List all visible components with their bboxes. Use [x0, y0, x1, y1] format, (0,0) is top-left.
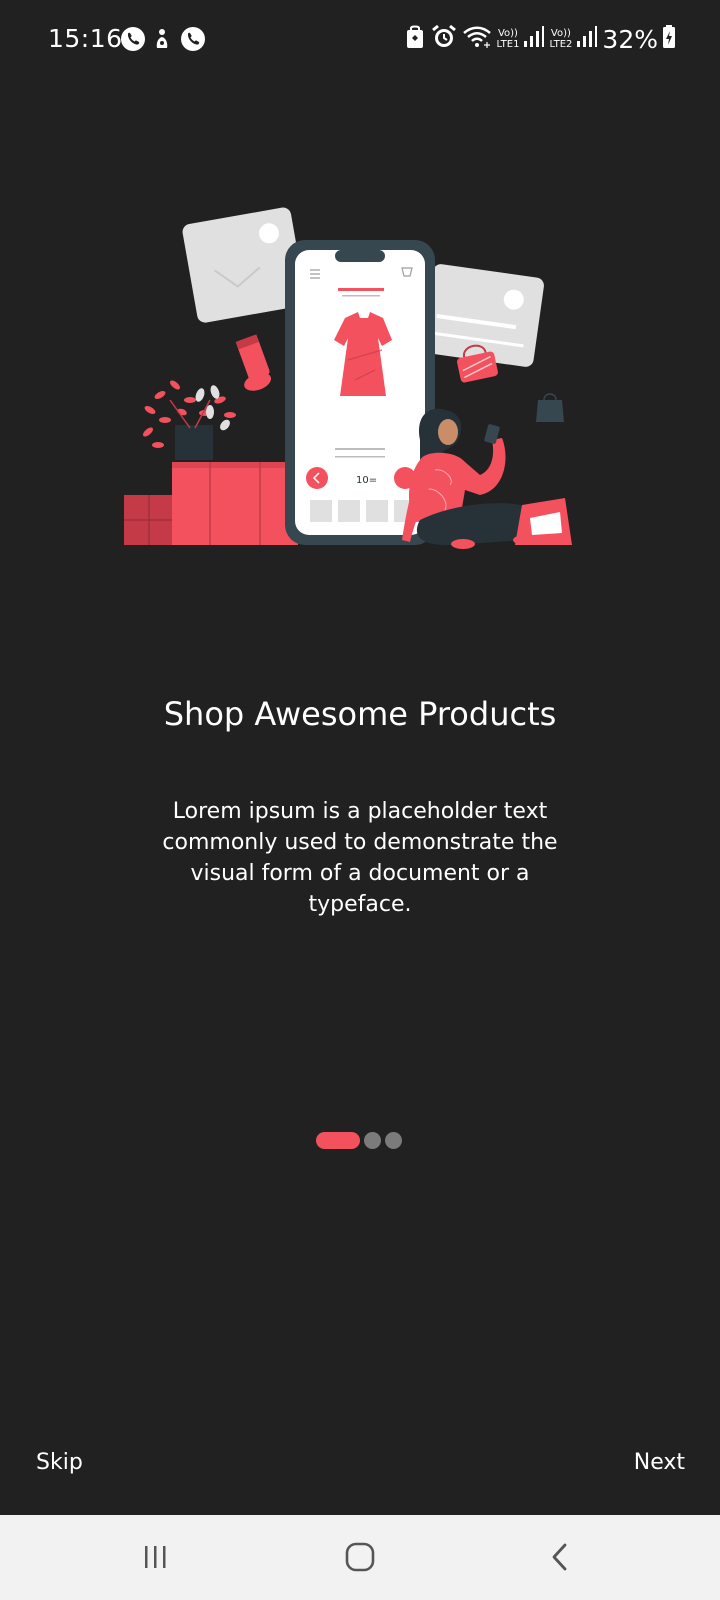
woman-figure: [402, 408, 537, 549]
page-indicator-dot-active[interactable]: [316, 1131, 360, 1149]
phone-call-icon: [120, 26, 146, 56]
page-indicator: [316, 1131, 402, 1149]
sim1-network-label: Vo)) LTE1: [496, 28, 519, 50]
status-time: 15:16: [48, 24, 123, 53]
system-navigation-bar: [0, 1515, 720, 1600]
phone-call-icon: [180, 26, 206, 56]
battery-percent: 32%: [602, 24, 658, 54]
onboarding-description: Lorem ipsum is a placeholder text common…: [162, 799, 558, 917]
price-label: 10=: [356, 475, 377, 486]
status-bar: 15:16 Vo)) LTE1 Vo)) LTE2 32%: [0, 0, 720, 80]
sim1-label-top: Vo)): [497, 28, 518, 39]
back-icon[interactable]: [548, 1539, 572, 1575]
onboarding-illustration: 10=: [120, 200, 600, 560]
shopping-bag: [536, 393, 564, 422]
status-right-icons: Vo)) LTE1 Vo)) LTE2 32%: [404, 24, 676, 54]
signal-icon: [576, 25, 598, 53]
signal-icon: [523, 25, 545, 53]
notification-icon: [150, 26, 176, 56]
sock: [235, 334, 272, 391]
lock-icon: [404, 24, 426, 54]
battery-charging-icon: [662, 24, 676, 54]
next-button[interactable]: Next: [634, 1450, 685, 1475]
page-indicator-dot[interactable]: [385, 1131, 402, 1149]
sim2-label-bottom: LTE2: [549, 39, 573, 50]
shoe-box: [515, 498, 572, 545]
onboarding-title: Shop Awesome Products: [163, 695, 557, 733]
skip-button[interactable]: Skip: [36, 1450, 83, 1475]
wifi-icon: [462, 24, 492, 54]
boxes: [124, 462, 298, 545]
credit-card-right: [422, 264, 544, 367]
alarm-icon: [430, 24, 458, 54]
page-indicator-dot[interactable]: [364, 1131, 381, 1149]
recents-icon[interactable]: [140, 1539, 172, 1575]
sim2-label-top: Vo)): [550, 28, 571, 39]
plant: [143, 380, 236, 460]
status-left-icons: [120, 27, 206, 55]
home-icon[interactable]: [342, 1539, 378, 1575]
sim2-network-label: Vo)) LTE2: [549, 28, 572, 50]
sim1-label-bottom: LTE1: [496, 39, 520, 50]
